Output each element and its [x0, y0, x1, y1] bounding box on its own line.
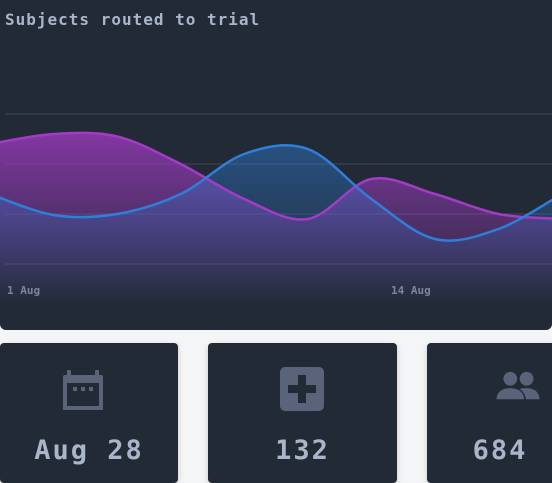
chart-card: Subjects routed to trial 1 Aug 14 Aug: [0, 0, 552, 330]
users-icon: [496, 371, 540, 400]
x-tick-label: 1 Aug: [7, 284, 40, 297]
stat-value-cases: 132: [275, 435, 330, 466]
stat-value-date: Aug 28: [34, 435, 144, 466]
stat-card-date: Aug 28: [0, 343, 178, 483]
stat-card-cases: 132: [208, 343, 397, 483]
stat-value-users: 684: [472, 435, 528, 466]
calendar-icon: [63, 370, 103, 410]
x-tick-label: 14 Aug: [391, 284, 431, 297]
medical-cross-icon: [280, 367, 324, 411]
stat-card-users: 684: [427, 343, 552, 483]
area-chart: 1 Aug 14 Aug: [0, 113, 552, 300]
